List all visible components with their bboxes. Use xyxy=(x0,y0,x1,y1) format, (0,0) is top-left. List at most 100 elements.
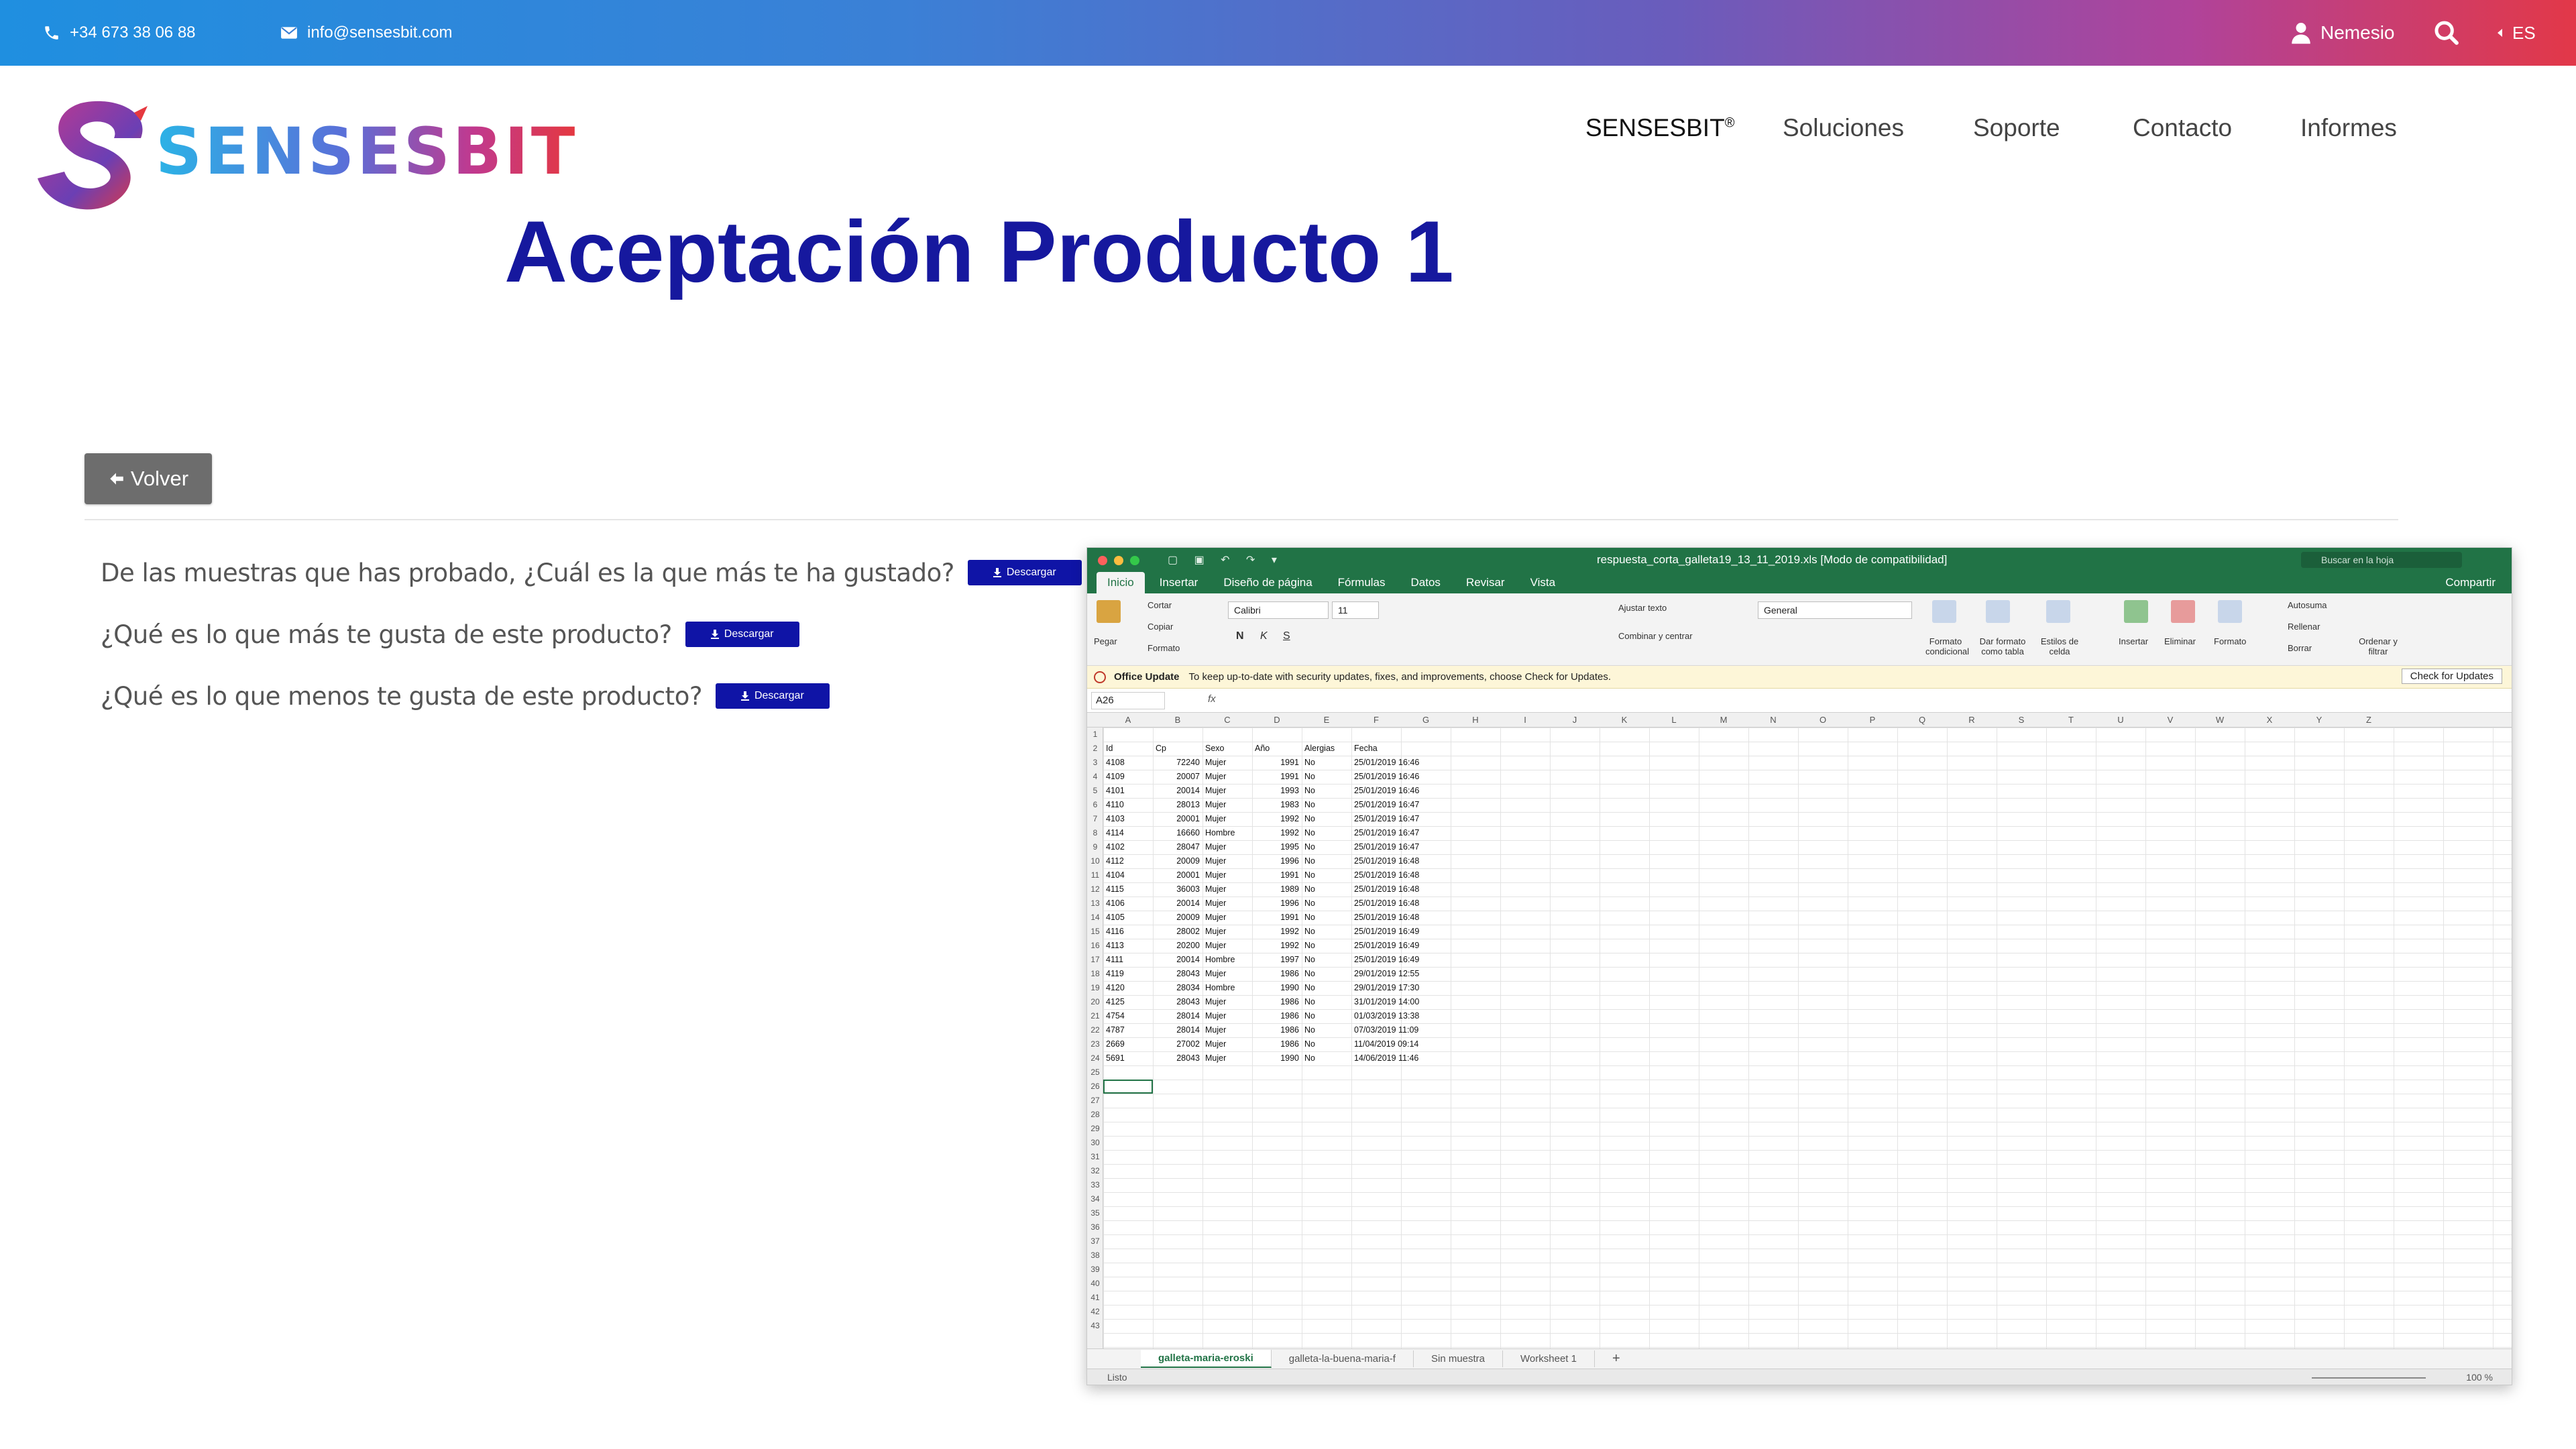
table-cell: No xyxy=(1304,941,1315,950)
table-cell: Mujer xyxy=(1205,997,1227,1006)
table-cell: 4114 xyxy=(1106,828,1124,837)
phone-contact[interactable]: +34 673 38 06 88 xyxy=(43,0,196,66)
nav-item-soporte[interactable]: Soporte xyxy=(1973,114,2060,142)
row-header: 38 xyxy=(1090,1251,1100,1260)
table-cell: Mujer xyxy=(1205,941,1227,950)
table-cell: No xyxy=(1304,758,1315,767)
table-cell: 29/01/2019 12:55 xyxy=(1354,969,1420,978)
table-cell: 4120 xyxy=(1106,983,1125,992)
table-cell: Mujer xyxy=(1205,913,1227,922)
row-header: 6 xyxy=(1093,800,1098,809)
row-header: 36 xyxy=(1090,1222,1100,1232)
table-cell: Hombre xyxy=(1205,955,1235,964)
table-cell: 4104 xyxy=(1106,870,1125,880)
email-contact[interactable]: info@sensesbit.com xyxy=(280,0,452,66)
row-header: 5 xyxy=(1093,786,1098,795)
paste-icon xyxy=(1097,600,1121,623)
table-cell: 25/01/2019 16:46 xyxy=(1354,772,1420,781)
download-button[interactable]: Descargar xyxy=(967,560,1082,585)
number-format-box: General xyxy=(1758,601,1912,619)
table-cell: 4110 xyxy=(1106,800,1124,809)
nav-item-informes[interactable]: Informes xyxy=(2300,114,2397,142)
row-header: 1 xyxy=(1093,730,1098,739)
table-cell: 1992 xyxy=(1280,941,1299,950)
cell-styles-icon xyxy=(2046,600,2070,623)
formula-bar: A26 fx xyxy=(1087,689,2512,713)
nav-item-soluciones[interactable]: Soluciones xyxy=(1783,114,1904,142)
language-selector[interactable]: ES xyxy=(2496,0,2536,66)
delete-cells-icon xyxy=(2171,600,2195,623)
table-cell: Sexo xyxy=(1205,744,1225,753)
table-cell: No xyxy=(1304,772,1315,781)
table-cell: 1992 xyxy=(1280,927,1299,936)
excel-tab: Inicio xyxy=(1097,572,1145,593)
column-header: N xyxy=(1770,715,1777,725)
close-dot-icon xyxy=(1098,556,1107,565)
nav-item-contacto[interactable]: Contacto xyxy=(2133,114,2232,142)
row-header: 23 xyxy=(1090,1039,1100,1049)
table-cell: No xyxy=(1304,1025,1315,1035)
table-cell: 1986 xyxy=(1280,1011,1299,1021)
table-cell: 25/01/2019 16:46 xyxy=(1354,758,1420,767)
row-header: 31 xyxy=(1090,1152,1100,1161)
row-header: 7 xyxy=(1093,814,1098,823)
table-format-icon xyxy=(1986,600,2010,623)
format-painter-label: Formato xyxy=(1147,643,1180,653)
row-headers: 1 2 3 4 5 6 7 8 9 10 11 12 13 14 15 16 17 18 19 20 21 22 23 24 2… xyxy=(1087,728,1103,1348)
table-cell: No xyxy=(1304,828,1315,837)
row-header: 33 xyxy=(1090,1180,1100,1190)
column-header: U xyxy=(2117,715,2124,725)
row-header: 30 xyxy=(1090,1138,1100,1147)
row-header: 2 xyxy=(1093,744,1098,753)
table-cell: Mujer xyxy=(1205,969,1227,978)
user-menu[interactable]: Nemesio xyxy=(2291,0,2394,66)
table-cell: 27002 xyxy=(1176,1039,1200,1049)
table-cell: No xyxy=(1304,997,1315,1006)
row-header: 11 xyxy=(1090,870,1100,880)
row-header: 20 xyxy=(1090,997,1100,1006)
nav-item-sensesbit[interactable]: SENSESBIT® xyxy=(1585,114,1734,142)
table-cell: No xyxy=(1304,899,1315,908)
table-cell: 25/01/2019 16:49 xyxy=(1354,955,1420,964)
minimize-dot-icon xyxy=(1114,556,1123,565)
table-cell: 25/01/2019 16:48 xyxy=(1354,899,1420,908)
table-cell: 4105 xyxy=(1106,913,1125,922)
row-header: 10 xyxy=(1090,856,1100,866)
table-cell: 28043 xyxy=(1176,969,1200,978)
format-label: Formato xyxy=(2214,636,2247,646)
table-cell: No xyxy=(1304,870,1315,880)
sheet-tab: galleta-la-buena-maria-f xyxy=(1272,1350,1414,1367)
table-cell: 25/01/2019 16:46 xyxy=(1354,786,1420,795)
top-bar: +34 673 38 06 88 info@sensesbit.com Neme… xyxy=(0,0,2576,66)
excel-tab: Insertar xyxy=(1159,576,1198,589)
zoom-slider xyxy=(2312,1377,2426,1379)
table-cell: 20001 xyxy=(1176,814,1200,823)
table-cell: 25/01/2019 16:47 xyxy=(1354,814,1420,823)
table-cell: 1986 xyxy=(1280,997,1299,1006)
table-cell: Año xyxy=(1255,744,1270,753)
insert-label: Insertar xyxy=(2119,636,2149,646)
table-format-label: Dar formato como tabla xyxy=(1979,636,2026,656)
clear-label: Borrar xyxy=(2288,643,2312,653)
mail-icon xyxy=(281,27,297,39)
table-cell: Mujer xyxy=(1205,1039,1227,1049)
table-cell: 20014 xyxy=(1176,786,1200,795)
column-header: O xyxy=(1819,715,1827,725)
download-label: Descargar xyxy=(724,628,774,640)
table-cell: 4754 xyxy=(1106,1011,1125,1021)
add-sheet-icon: + xyxy=(1612,1351,1620,1366)
download-button[interactable]: Descargar xyxy=(715,683,830,709)
search-button[interactable] xyxy=(2433,0,2460,66)
row-header: 13 xyxy=(1090,899,1100,908)
excel-tab: Datos xyxy=(1410,576,1441,589)
row-header: 25 xyxy=(1090,1067,1100,1077)
table-cell: Mujer xyxy=(1205,772,1227,781)
back-button[interactable]: Volver xyxy=(85,453,212,504)
table-cell: 25/01/2019 16:47 xyxy=(1354,800,1420,809)
row-header: 22 xyxy=(1090,1025,1100,1035)
table-cell: 1986 xyxy=(1280,969,1299,978)
download-button[interactable]: Descargar xyxy=(685,622,799,647)
sort-filter-label: Ordenar y filtrar xyxy=(2359,636,2398,656)
excel-preview: ▢ ▣ ↶ ↷ ▾ respuesta_corta_galleta19_13_1… xyxy=(1086,547,2512,1385)
delete-label: Eliminar xyxy=(2164,636,2196,646)
